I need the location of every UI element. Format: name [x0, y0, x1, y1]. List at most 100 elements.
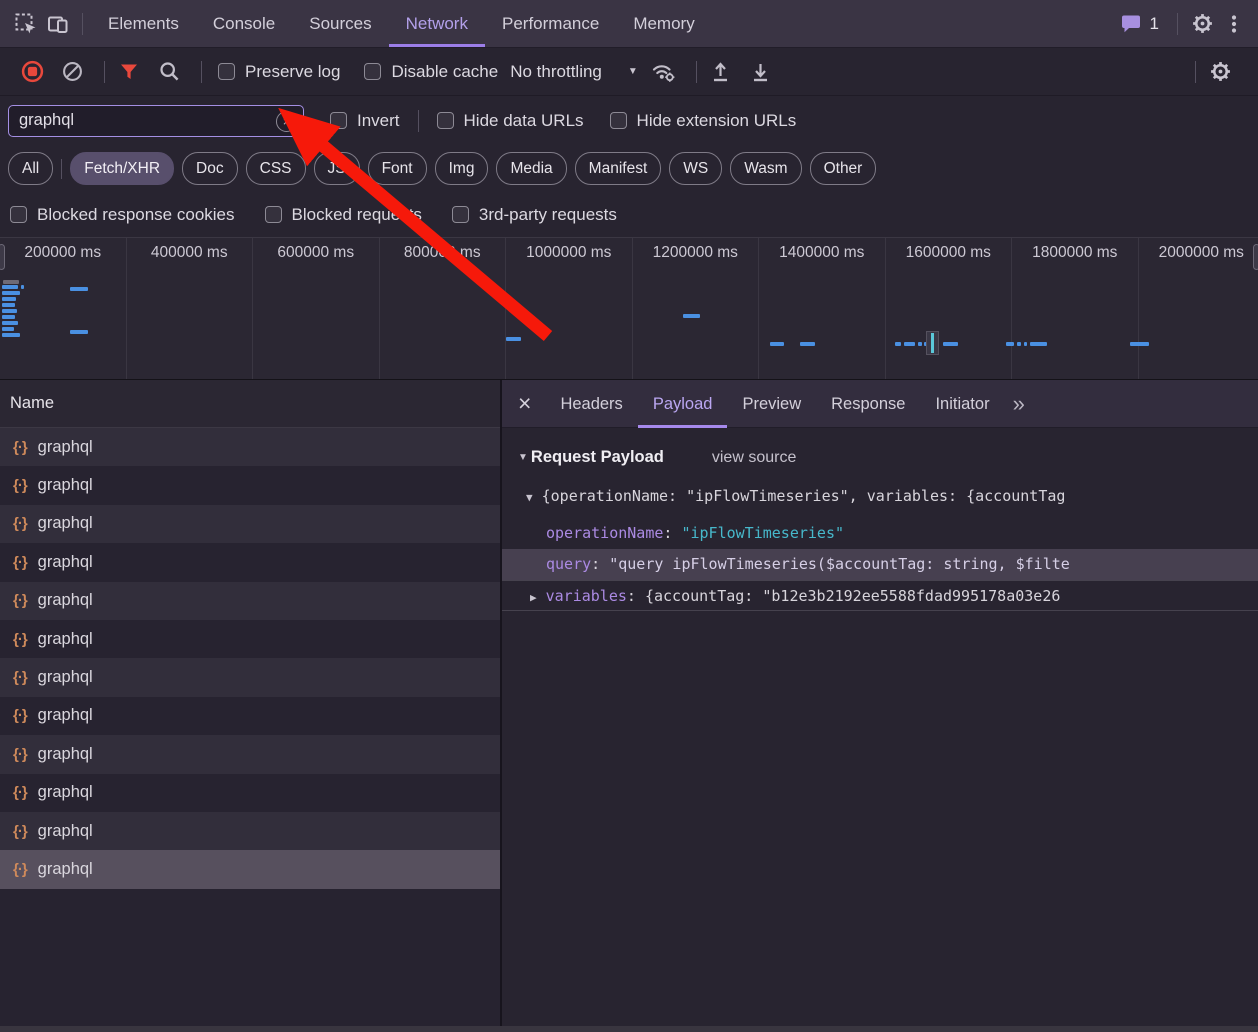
blocked-requests-checkbox[interactable] [265, 206, 282, 223]
export-har-icon[interactable] [745, 56, 777, 88]
payload-property-variables[interactable]: ▶variables: {accountTag: "b12e3b2192ee55… [502, 580, 1258, 611]
network-conditions-icon[interactable] [648, 56, 680, 88]
xhr-type-icon: {·} [13, 554, 27, 571]
type-chip-wasm[interactable]: Wasm [730, 152, 801, 185]
detail-tab-initiator[interactable]: Initiator [920, 380, 1004, 428]
table-row[interactable]: {·} graphql [0, 735, 500, 773]
tab-memory[interactable]: Memory [616, 0, 711, 47]
detail-tab-payload[interactable]: Payload [638, 380, 728, 428]
expand-icon[interactable]: ▶ [530, 591, 537, 604]
preserve-log-checkbox[interactable] [218, 63, 235, 80]
3rd-party-requests-checkbox[interactable] [452, 206, 469, 223]
table-row[interactable]: {·}graphql [0, 505, 500, 543]
tab-elements[interactable]: Elements [91, 0, 196, 47]
table-row[interactable]: {·}graphql [0, 697, 500, 735]
request-bar [2, 309, 17, 313]
expand-icon[interactable]: ▼ [526, 491, 533, 504]
tab-network[interactable]: Network [389, 0, 485, 47]
collapse-triangle-icon[interactable]: ▼ [518, 452, 528, 463]
table-row[interactable]: {·}graphql [0, 774, 500, 812]
record-network-log-icon[interactable] [16, 56, 48, 88]
blocked-response-cookies-checkbox-group[interactable]: Blocked response cookies [10, 205, 235, 225]
record-icon [21, 60, 44, 83]
request-bar [1030, 342, 1047, 346]
clear-network-log-icon[interactable] [56, 56, 88, 88]
throttling-dropdown[interactable]: No throttling ▼ [510, 62, 638, 82]
xhr-type-icon: {·} [13, 784, 27, 801]
detail-tab-headers[interactable]: Headers [545, 380, 637, 428]
filter-input-wrap[interactable]: × [8, 105, 304, 137]
type-chip-ws[interactable]: WS [669, 152, 722, 185]
name-column-header[interactable]: Name [0, 380, 500, 428]
disable-cache-checkbox-group[interactable]: Disable cache [364, 62, 498, 82]
detail-tab-preview[interactable]: Preview [727, 380, 816, 428]
request-name: graphql [38, 745, 93, 764]
issues-counter[interactable]: 1 [1121, 14, 1159, 34]
clear-filter-icon[interactable]: × [276, 111, 297, 132]
xhr-type-icon: {·} [13, 746, 27, 763]
network-settings-gear-icon[interactable] [1204, 56, 1236, 88]
close-icon[interactable]: × [518, 392, 531, 415]
more-tabs-icon[interactable]: » [1013, 391, 1025, 417]
invert-checkbox-group[interactable]: Invert [330, 111, 400, 131]
payload-property-query[interactable]: query: "query ipFlowTimeseries($accountT… [502, 549, 1258, 580]
type-chip-img[interactable]: Img [435, 152, 489, 185]
timeline-column: 800000 ms [380, 238, 507, 379]
network-overview-timeline[interactable]: 200000 ms400000 ms600000 ms800000 ms1000… [0, 237, 1258, 380]
request-bar [943, 342, 958, 346]
table-row[interactable]: {·}graphql [0, 466, 500, 504]
filter-funnel-icon[interactable] [113, 56, 145, 88]
overview-left-handle[interactable] [0, 244, 5, 270]
type-chip-doc[interactable]: Doc [182, 152, 238, 185]
type-chip-font[interactable]: Font [368, 152, 427, 185]
hide-data-urls-checkbox[interactable] [437, 112, 454, 129]
request-bar [1006, 342, 1014, 346]
inspect-element-icon[interactable] [10, 8, 42, 40]
type-chip-fetch-xhr[interactable]: Fetch/XHR [70, 152, 174, 185]
hide-extension-urls-checkbox[interactable] [610, 112, 627, 129]
tab-sources[interactable]: Sources [292, 0, 388, 47]
request-name: graphql [38, 630, 93, 649]
more-options-icon[interactable] [1218, 8, 1250, 40]
view-source-link[interactable]: view source [712, 449, 796, 467]
3rd-party-requests-checkbox-group[interactable]: 3rd-party requests [452, 205, 617, 225]
preserve-log-checkbox-group[interactable]: Preserve log [218, 62, 340, 82]
payload-preview-line[interactable]: ▼{operationName: "ipFlowTimeseries", var… [502, 481, 1258, 512]
request-bar [70, 330, 88, 334]
table-row[interactable]: {·}graphql [0, 582, 500, 620]
tab-performance[interactable]: Performance [485, 0, 616, 47]
disable-cache-checkbox[interactable] [364, 63, 381, 80]
type-chip-manifest[interactable]: Manifest [575, 152, 662, 185]
table-row[interactable]: {·}graphql [0, 850, 500, 888]
settings-gear-icon[interactable] [1186, 8, 1218, 40]
request-bar [904, 342, 915, 346]
type-chip-all[interactable]: All [8, 152, 53, 185]
property-value: "query ipFlowTimeseries($accountTag: str… [609, 555, 1070, 573]
panel-tabs: ElementsConsoleSourcesNetworkPerformance… [91, 0, 712, 47]
type-chip-other[interactable]: Other [810, 152, 877, 185]
overview-right-handle[interactable] [1253, 244, 1258, 270]
table-row[interactable]: {·}graphql [0, 543, 500, 581]
hide-extension-urls-checkbox-group[interactable]: Hide extension URLs [610, 111, 797, 131]
blocked-response-cookies-checkbox[interactable] [10, 206, 27, 223]
invert-checkbox[interactable] [330, 112, 347, 129]
table-row[interactable]: {·}graphql [0, 812, 500, 850]
detail-tab-response[interactable]: Response [816, 380, 920, 428]
blocked-requests-checkbox-group[interactable]: Blocked requests [265, 205, 422, 225]
search-icon[interactable] [153, 56, 185, 88]
invert-label: Invert [357, 111, 400, 131]
type-chip-media[interactable]: Media [496, 152, 566, 185]
payload-property-operationname[interactable]: operationName: "ipFlowTimeseries" [502, 518, 1258, 549]
filter-input[interactable] [9, 111, 303, 130]
table-row[interactable]: {·}graphql [0, 658, 500, 696]
table-row[interactable]: {·}graphql [0, 620, 500, 658]
type-chip-js[interactable]: JS [314, 152, 360, 185]
timeline-tick-label: 1000000 ms [506, 244, 632, 262]
tab-console[interactable]: Console [196, 0, 292, 47]
type-chip-css[interactable]: CSS [246, 152, 306, 185]
device-toolbar-icon[interactable] [42, 8, 74, 40]
timeline-column: 2000000 ms [1139, 238, 1258, 379]
import-har-icon[interactable] [705, 56, 737, 88]
table-row[interactable]: {·}graphql [0, 428, 500, 466]
hide-data-urls-checkbox-group[interactable]: Hide data URLs [437, 111, 584, 131]
